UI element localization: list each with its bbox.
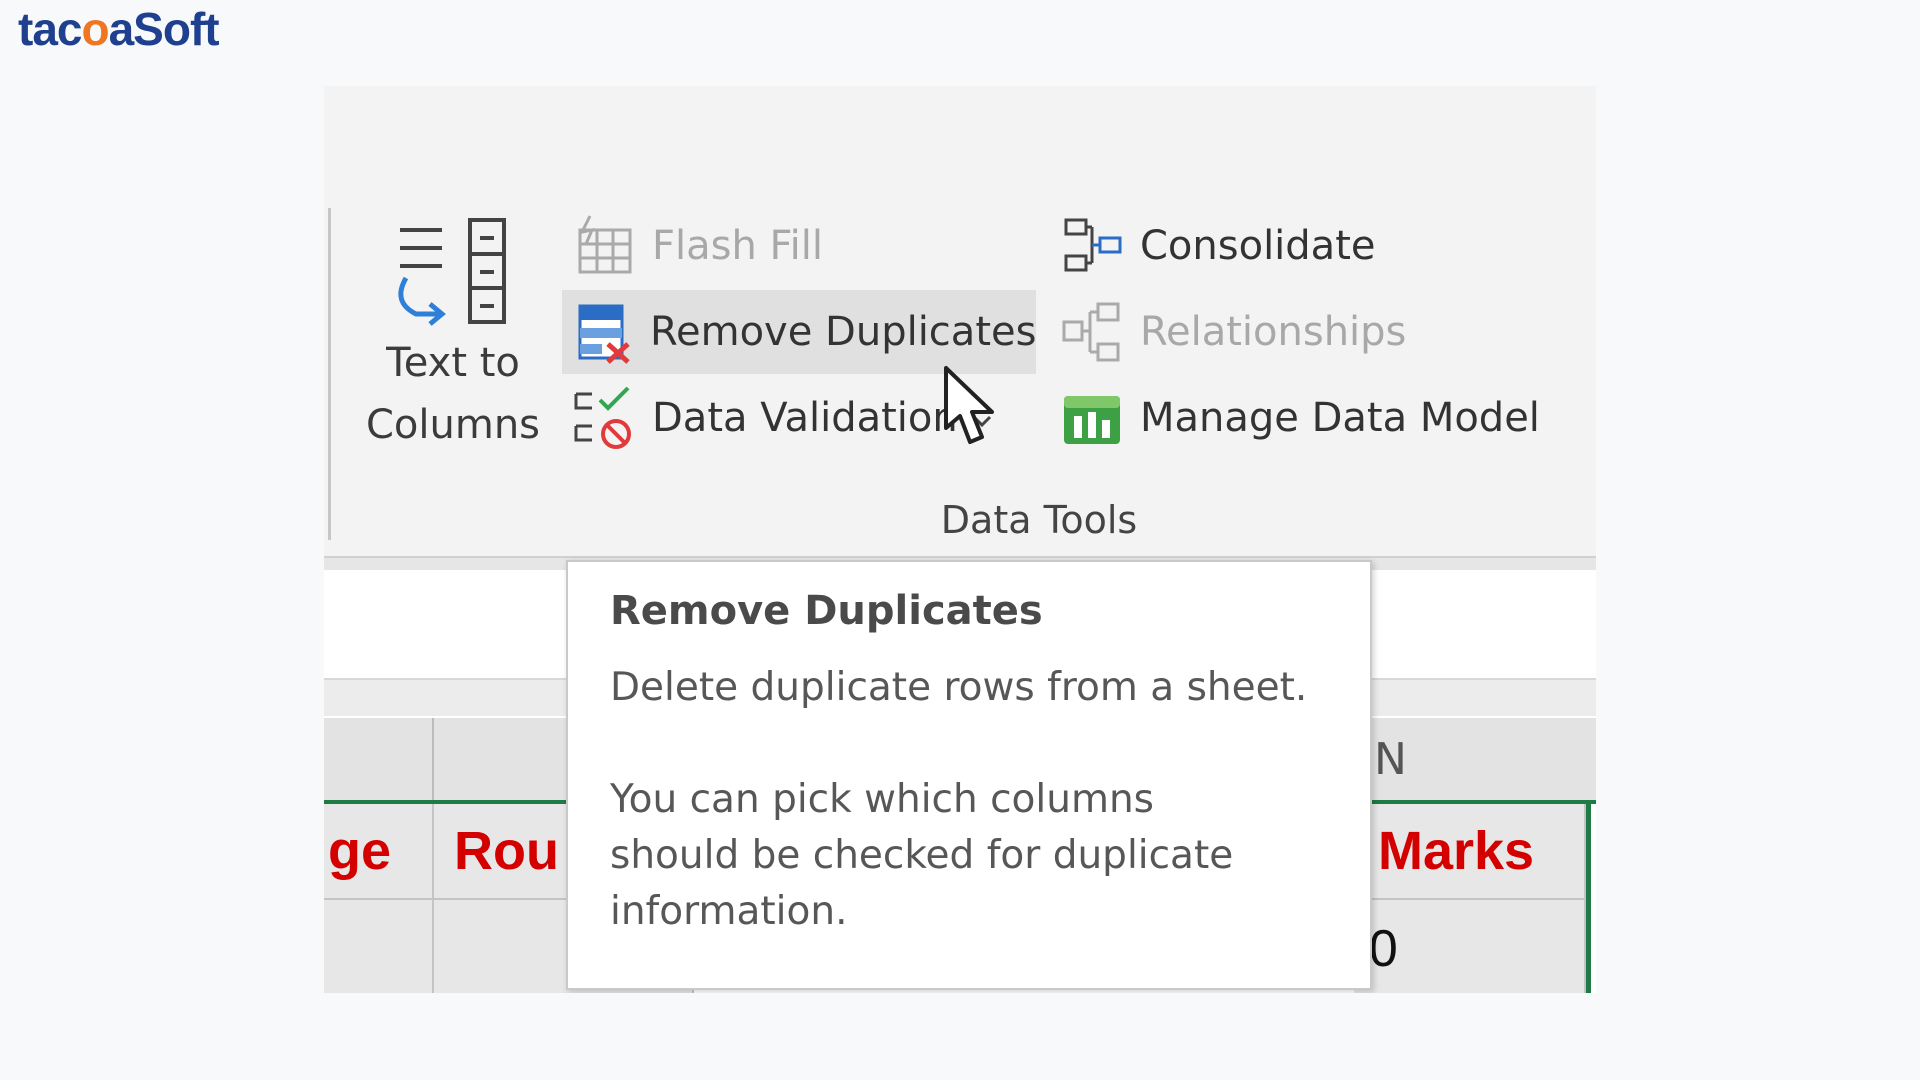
flash-fill-button[interactable]: Flash Fill (564, 204, 831, 288)
data-validation-icon (574, 386, 631, 449)
text-to-columns-button[interactable]: Text to Columns (364, 216, 542, 456)
column-header-n[interactable]: N (1354, 718, 1596, 800)
tooltip-detail-line: You can pick which columns (610, 777, 1154, 822)
tooltip-description: Delete duplicate rows from a sheet. (610, 665, 1308, 710)
remove-duplicates-icon (578, 304, 630, 364)
manage-data-model-label: Manage Data Model (1140, 395, 1540, 441)
tooltip-title: Remove Duplicates (610, 588, 1043, 634)
header-cell-marks[interactable]: Marks (1354, 804, 1586, 900)
table-cell[interactable] (324, 900, 434, 993)
tooltip-detail-line: should be checked for duplicate (610, 833, 1234, 878)
relationships-button[interactable]: Relationships (1052, 290, 1414, 374)
relationships-icon (1062, 302, 1120, 362)
tooltip-detail-line: information. (610, 889, 848, 934)
header-cell-age[interactable]: ge (324, 804, 434, 900)
consolidate-label: Consolidate (1140, 223, 1376, 269)
data-tools-group-label: Data Tools (940, 498, 1138, 542)
table-cell[interactable]: 00 (1354, 900, 1586, 993)
tacasoft-logo: tacoaSoft (18, 3, 220, 55)
flash-fill-icon (578, 215, 632, 274)
column-header[interactable] (324, 718, 434, 800)
flash-fill-label: Flash Fill (652, 223, 823, 269)
relationships-label: Relationships (1140, 309, 1407, 355)
remove-duplicates-tooltip: Remove Duplicates Delete duplicate rows … (566, 560, 1372, 990)
data-validation-button[interactable]: Data Validation (564, 376, 1000, 460)
ribbon-separator (328, 208, 331, 540)
remove-duplicates-label: Remove Duplicates (650, 309, 1037, 355)
data-validation-label: Data Validation (652, 395, 958, 441)
manage-data-model-icon (1064, 396, 1120, 444)
ribbon-data-tools: Text to Columns Flash Fill Remove Duplic… (324, 86, 1596, 556)
remove-duplicates-button[interactable]: Remove Duplicates (562, 290, 1036, 374)
manage-data-model-button[interactable]: Manage Data Model (1052, 376, 1548, 460)
excel-screenshot: Text to Columns Flash Fill Remove Duplic… (324, 86, 1596, 993)
mouse-cursor-icon (944, 366, 994, 444)
text-to-columns-label: Text to Columns (365, 340, 541, 448)
text-to-columns-icon (398, 218, 506, 326)
consolidate-button[interactable]: Consolidate (1052, 204, 1384, 288)
selection-border (1586, 802, 1591, 993)
consolidate-icon (1064, 218, 1122, 272)
